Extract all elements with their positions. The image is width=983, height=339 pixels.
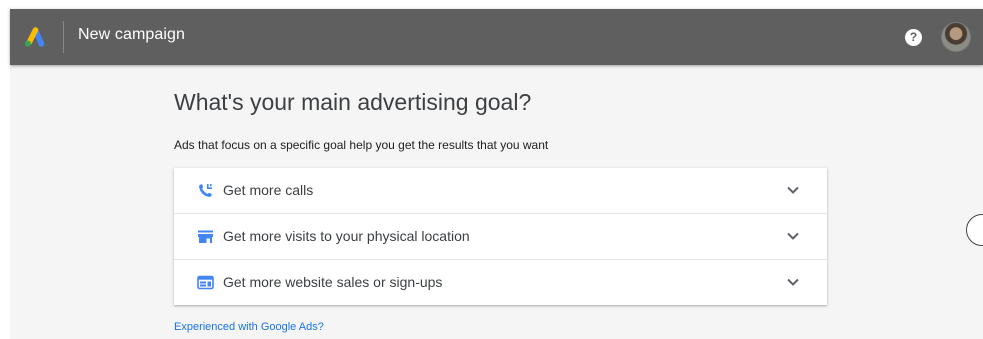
goal-option-website-sales[interactable]: Get more website sales or sign-ups xyxy=(174,259,827,305)
page-header-title: New campaign xyxy=(78,26,186,43)
window-left-strip xyxy=(0,9,10,339)
header-divider xyxy=(63,21,64,53)
goal-option-label: Get more website sales or sign-ups xyxy=(223,274,443,290)
help-icon[interactable]: ? xyxy=(905,29,922,46)
google-ads-logo-icon[interactable] xyxy=(23,27,45,47)
goal-option-label: Get more visits to your physical locatio… xyxy=(223,228,470,244)
experienced-with-google-ads-link[interactable]: Experienced with Google Ads? xyxy=(174,321,324,333)
page-subtitle: Ads that focus on a specific goal help y… xyxy=(174,138,549,152)
chevron-down-icon[interactable] xyxy=(786,231,800,241)
page-title: What's your main advertising goal? xyxy=(174,89,532,115)
goal-options-card: Get more calls Get more visits to your p… xyxy=(174,168,827,305)
chevron-down-icon[interactable] xyxy=(786,185,800,195)
store-icon xyxy=(198,230,213,243)
window-top-strip xyxy=(0,0,983,9)
goal-option-label: Get more calls xyxy=(223,182,314,198)
phone-icon xyxy=(199,184,212,197)
goal-option-calls[interactable]: Get more calls xyxy=(174,168,827,213)
goal-option-visits[interactable]: Get more visits to your physical locatio… xyxy=(174,213,827,259)
app-header: New campaign ? xyxy=(10,9,983,65)
main-content: What's your main advertising goal? Ads t… xyxy=(10,65,983,339)
user-avatar[interactable] xyxy=(941,22,971,52)
chevron-down-icon[interactable] xyxy=(786,277,800,287)
web-icon xyxy=(197,275,214,290)
